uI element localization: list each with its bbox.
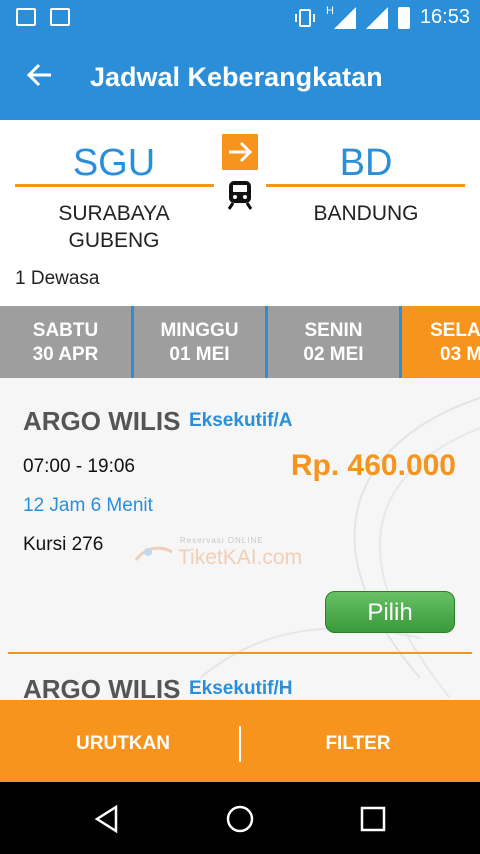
date-tab-date: 03 M [440,344,480,365]
train-class: Eksekutif/A [189,410,293,431]
signal-icon [333,6,356,29]
date-tab-date: 02 MEI [303,344,364,365]
date-tab-senin[interactable]: SENIN 02 MEI [268,306,402,378]
origin-name: SURABAYA GUBENG [58,202,170,252]
date-selector: SABTU 30 APR MINGGU 01 MEI SENIN 02 MEI … [0,306,480,378]
arrow-right-icon [222,134,258,170]
back-button[interactable] [26,58,54,98]
app-bar: Jadwal Keberangkatan [0,36,480,120]
clock: 16:53 [419,6,470,28]
status-bar: H 16:53 [0,0,480,36]
departure-arrival-time: 07:00 - 19:06 [23,456,135,477]
date-tab-minggu[interactable]: MINGGU 01 MEI [134,306,268,378]
seat-availability: Kursi 276 [23,534,104,555]
system-nav-bar [0,782,480,854]
logo-swoosh-icon [134,546,173,561]
train-icon [227,181,253,210]
network-type: H [325,4,334,17]
date-tab-date: 30 APR [32,344,99,365]
watermark-tagline: Reservasi ONLINE [180,536,264,545]
date-tab-selasa[interactable]: SELA 03 M [402,306,480,378]
destination-code: BD [339,142,393,184]
origin-code: SGU [72,142,156,184]
passenger-count: 1 Dewasa [15,268,100,289]
bbm-notification-icon [50,8,70,26]
train-name: ARGO WILIS [23,406,181,436]
arrow-left-icon [26,63,51,87]
nav-recents-icon[interactable] [359,805,387,833]
destination-name: BANDUNG [313,202,419,225]
ticket-price: Rp. 460.000 [290,449,456,482]
train-list: ARGO WILIS Eksekutif/A 07:00 - 19:06 Rp.… [0,378,480,700]
trip-duration: 12 Jam 6 Menit [23,495,153,516]
nav-home-icon[interactable] [225,804,255,834]
date-tab-sabtu[interactable]: SABTU 30 APR [0,306,134,378]
signal-icon-2 [365,6,388,29]
date-tab-day: SABTU [32,320,99,341]
sort-button[interactable]: URUTKAN [3,700,243,782]
page-title: Jadwal Keberangkatan [90,62,383,92]
destination-underline [266,184,465,187]
select-train-button[interactable]: Pilih [325,591,455,633]
train-name: ARGO WILIS [23,674,181,700]
bottom-action-bar: URUTKAN FILTER [0,700,480,782]
watermark-text: TiketKAI.com [178,546,303,569]
filter-button[interactable]: FILTER [238,700,478,782]
image-notification-icon [16,8,36,26]
date-tab-day: SENIN [304,320,363,341]
train-class: Eksekutif/H [189,678,293,699]
date-tab-day: MINGGU [160,320,239,341]
vibrate-icon [294,8,315,27]
card-divider [8,652,472,654]
date-tab-day: SELA [430,320,480,341]
nav-back-icon[interactable] [92,804,122,834]
origin-underline [15,184,214,187]
battery-icon [397,6,410,29]
date-tab-date: 01 MEI [169,344,230,365]
tiketkai-watermark: Reservasi ONLINE TiketKAI.com [134,536,344,572]
